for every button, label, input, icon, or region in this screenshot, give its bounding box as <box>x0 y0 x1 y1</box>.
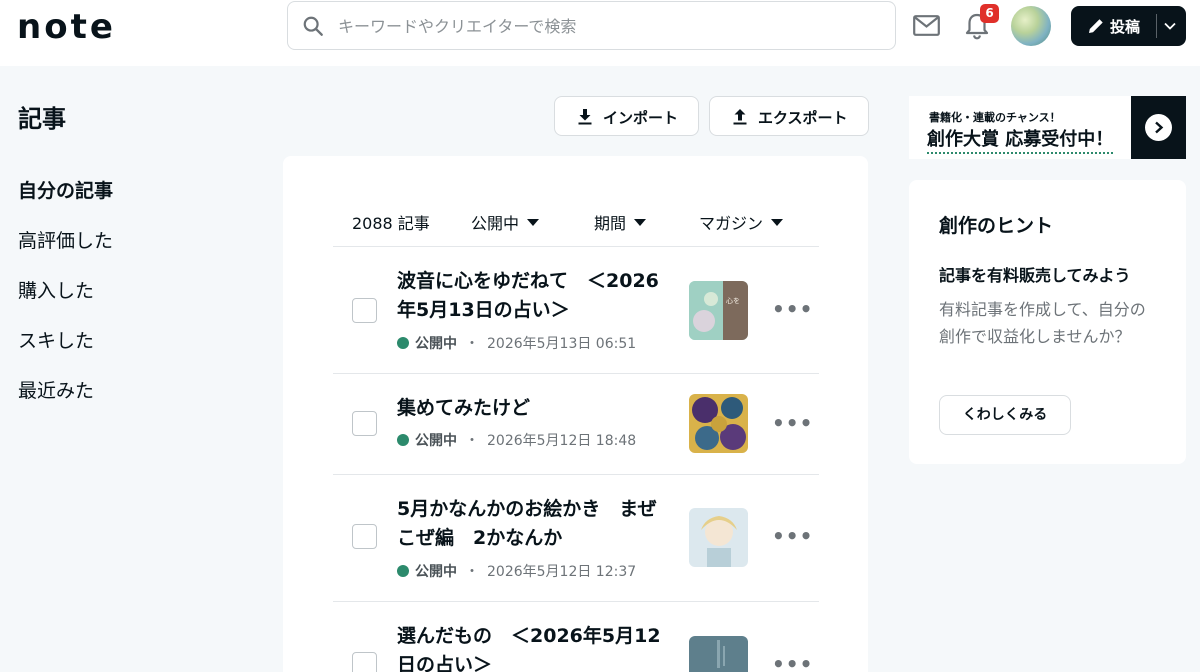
divider <box>333 474 819 475</box>
status-label: 公開中 <box>415 433 457 449</box>
period-filter-label: 期間 <box>594 214 627 233</box>
article-thumbnail[interactable] <box>689 636 748 672</box>
export-button[interactable]: エクスポート <box>709 96 869 136</box>
hint-card: 創作のヒント 記事を有料販売してみよう 有料記事を作成して、自分の創作で収益化し… <box>909 180 1186 464</box>
magazine-filter-label: マガジン <box>699 214 764 233</box>
more-menu-icon[interactable]: ••• <box>772 411 813 435</box>
import-label: インポート <box>603 109 679 127</box>
caret-down-icon <box>771 219 784 226</box>
row-checkbox[interactable] <box>352 652 377 672</box>
caret-down-icon <box>634 219 647 226</box>
article-title[interactable]: 5月かなんかのお絵かき まぜこぜ編 2かなんか <box>397 495 667 553</box>
search-icon <box>303 16 323 36</box>
status-dot <box>397 565 409 577</box>
svg-text:心を: 心を <box>726 297 740 305</box>
hint-subtitle: 記事を有料販売してみよう <box>939 266 1131 285</box>
article-title[interactable]: 波音に心をゆだねて ＜2026年5月13日の占い＞ <box>397 267 667 325</box>
magazine-filter[interactable]: マガジン <box>699 210 784 234</box>
banner-line1: 書籍化・連載のチャンス！ <box>929 111 1061 124</box>
search-box[interactable] <box>287 1 896 50</box>
chevron-right-icon <box>1155 121 1164 134</box>
article-meta: 公開中・ 2026年5月12日 12:37 <box>397 561 636 581</box>
sidebar-item-suki[interactable]: スキした <box>18 326 94 353</box>
status-label: 公開中 <box>415 564 457 580</box>
mail-icon[interactable] <box>913 15 940 36</box>
hint-title: 創作のヒント <box>939 215 1054 237</box>
article-date: 2026年5月12日 18:48 <box>487 433 637 449</box>
article-date: 2026年5月13日 06:51 <box>487 336 637 352</box>
row-checkbox[interactable] <box>352 524 377 549</box>
row-checkbox[interactable] <box>352 411 377 436</box>
upload-icon <box>733 109 747 125</box>
status-dot <box>397 337 409 349</box>
banner-arrow-panel <box>1131 96 1186 159</box>
divider <box>333 601 819 602</box>
sidebar-item-recent[interactable]: 最近みた <box>18 376 94 403</box>
avatar[interactable] <box>1011 6 1051 46</box>
contest-banner[interactable]: 書籍化・連載のチャンス！ 創作大賞 応募受付中！ <box>909 96 1186 159</box>
article-title[interactable]: 選んだもの ＜2026年5月12日の占い＞ <box>397 622 667 672</box>
pencil-icon <box>1089 19 1103 33</box>
more-menu-icon[interactable]: ••• <box>772 652 813 672</box>
article-count: 2088 記事 <box>352 214 430 233</box>
search-input[interactable] <box>338 10 878 42</box>
article-thumbnail[interactable] <box>689 508 748 567</box>
page-title: 記事 <box>18 105 66 133</box>
note-logo[interactable]: note <box>17 10 116 44</box>
row-checkbox[interactable] <box>352 298 377 323</box>
sidebar-item-my-articles[interactable]: 自分の記事 <box>18 176 113 203</box>
top-header: note 6 投稿 <box>0 0 1200 66</box>
post-button-label: 投稿 <box>1110 18 1141 36</box>
chevron-down-icon[interactable] <box>1163 19 1177 33</box>
article-thumbnail[interactable]: 心を <box>689 281 748 340</box>
import-button[interactable]: インポート <box>554 96 699 136</box>
status-dot <box>397 434 409 446</box>
banner-arrow-button[interactable] <box>1145 114 1172 141</box>
status-label: 公開中 <box>415 336 457 352</box>
notification-badge: 6 <box>980 4 999 23</box>
post-button-divider <box>1156 14 1157 38</box>
status-filter[interactable]: 公開中 <box>471 210 540 234</box>
caret-down-icon <box>527 219 540 226</box>
sidebar-item-liked[interactable]: 高評価した <box>18 226 113 253</box>
download-icon <box>578 109 592 125</box>
status-filter-label: 公開中 <box>471 214 520 233</box>
hint-body: 有料記事を作成して、自分の創作で収益化しませんか？ <box>939 300 1146 346</box>
article-thumbnail[interactable] <box>689 394 748 453</box>
divider <box>333 373 819 374</box>
period-filter[interactable]: 期間 <box>594 210 647 234</box>
banner-line2: 創作大賞 応募受付中！ <box>927 125 1114 154</box>
export-label: エクスポート <box>758 109 848 127</box>
post-button[interactable]: 投稿 <box>1071 6 1186 46</box>
article-title[interactable]: 集めてみたけど <box>397 394 667 423</box>
sidebar-item-purchased[interactable]: 購入した <box>18 276 94 303</box>
filter-bar: 2088 記事 公開中 期間 マガジン <box>352 210 819 246</box>
article-meta: 公開中・ 2026年5月13日 06:51 <box>397 333 636 353</box>
article-date: 2026年5月12日 12:37 <box>487 564 637 580</box>
divider <box>333 246 819 247</box>
learn-more-button[interactable]: くわしくみる <box>939 395 1071 435</box>
more-menu-icon[interactable]: ••• <box>772 297 813 321</box>
more-menu-icon[interactable]: ••• <box>772 524 813 548</box>
article-meta: 公開中・ 2026年5月12日 18:48 <box>397 430 636 450</box>
